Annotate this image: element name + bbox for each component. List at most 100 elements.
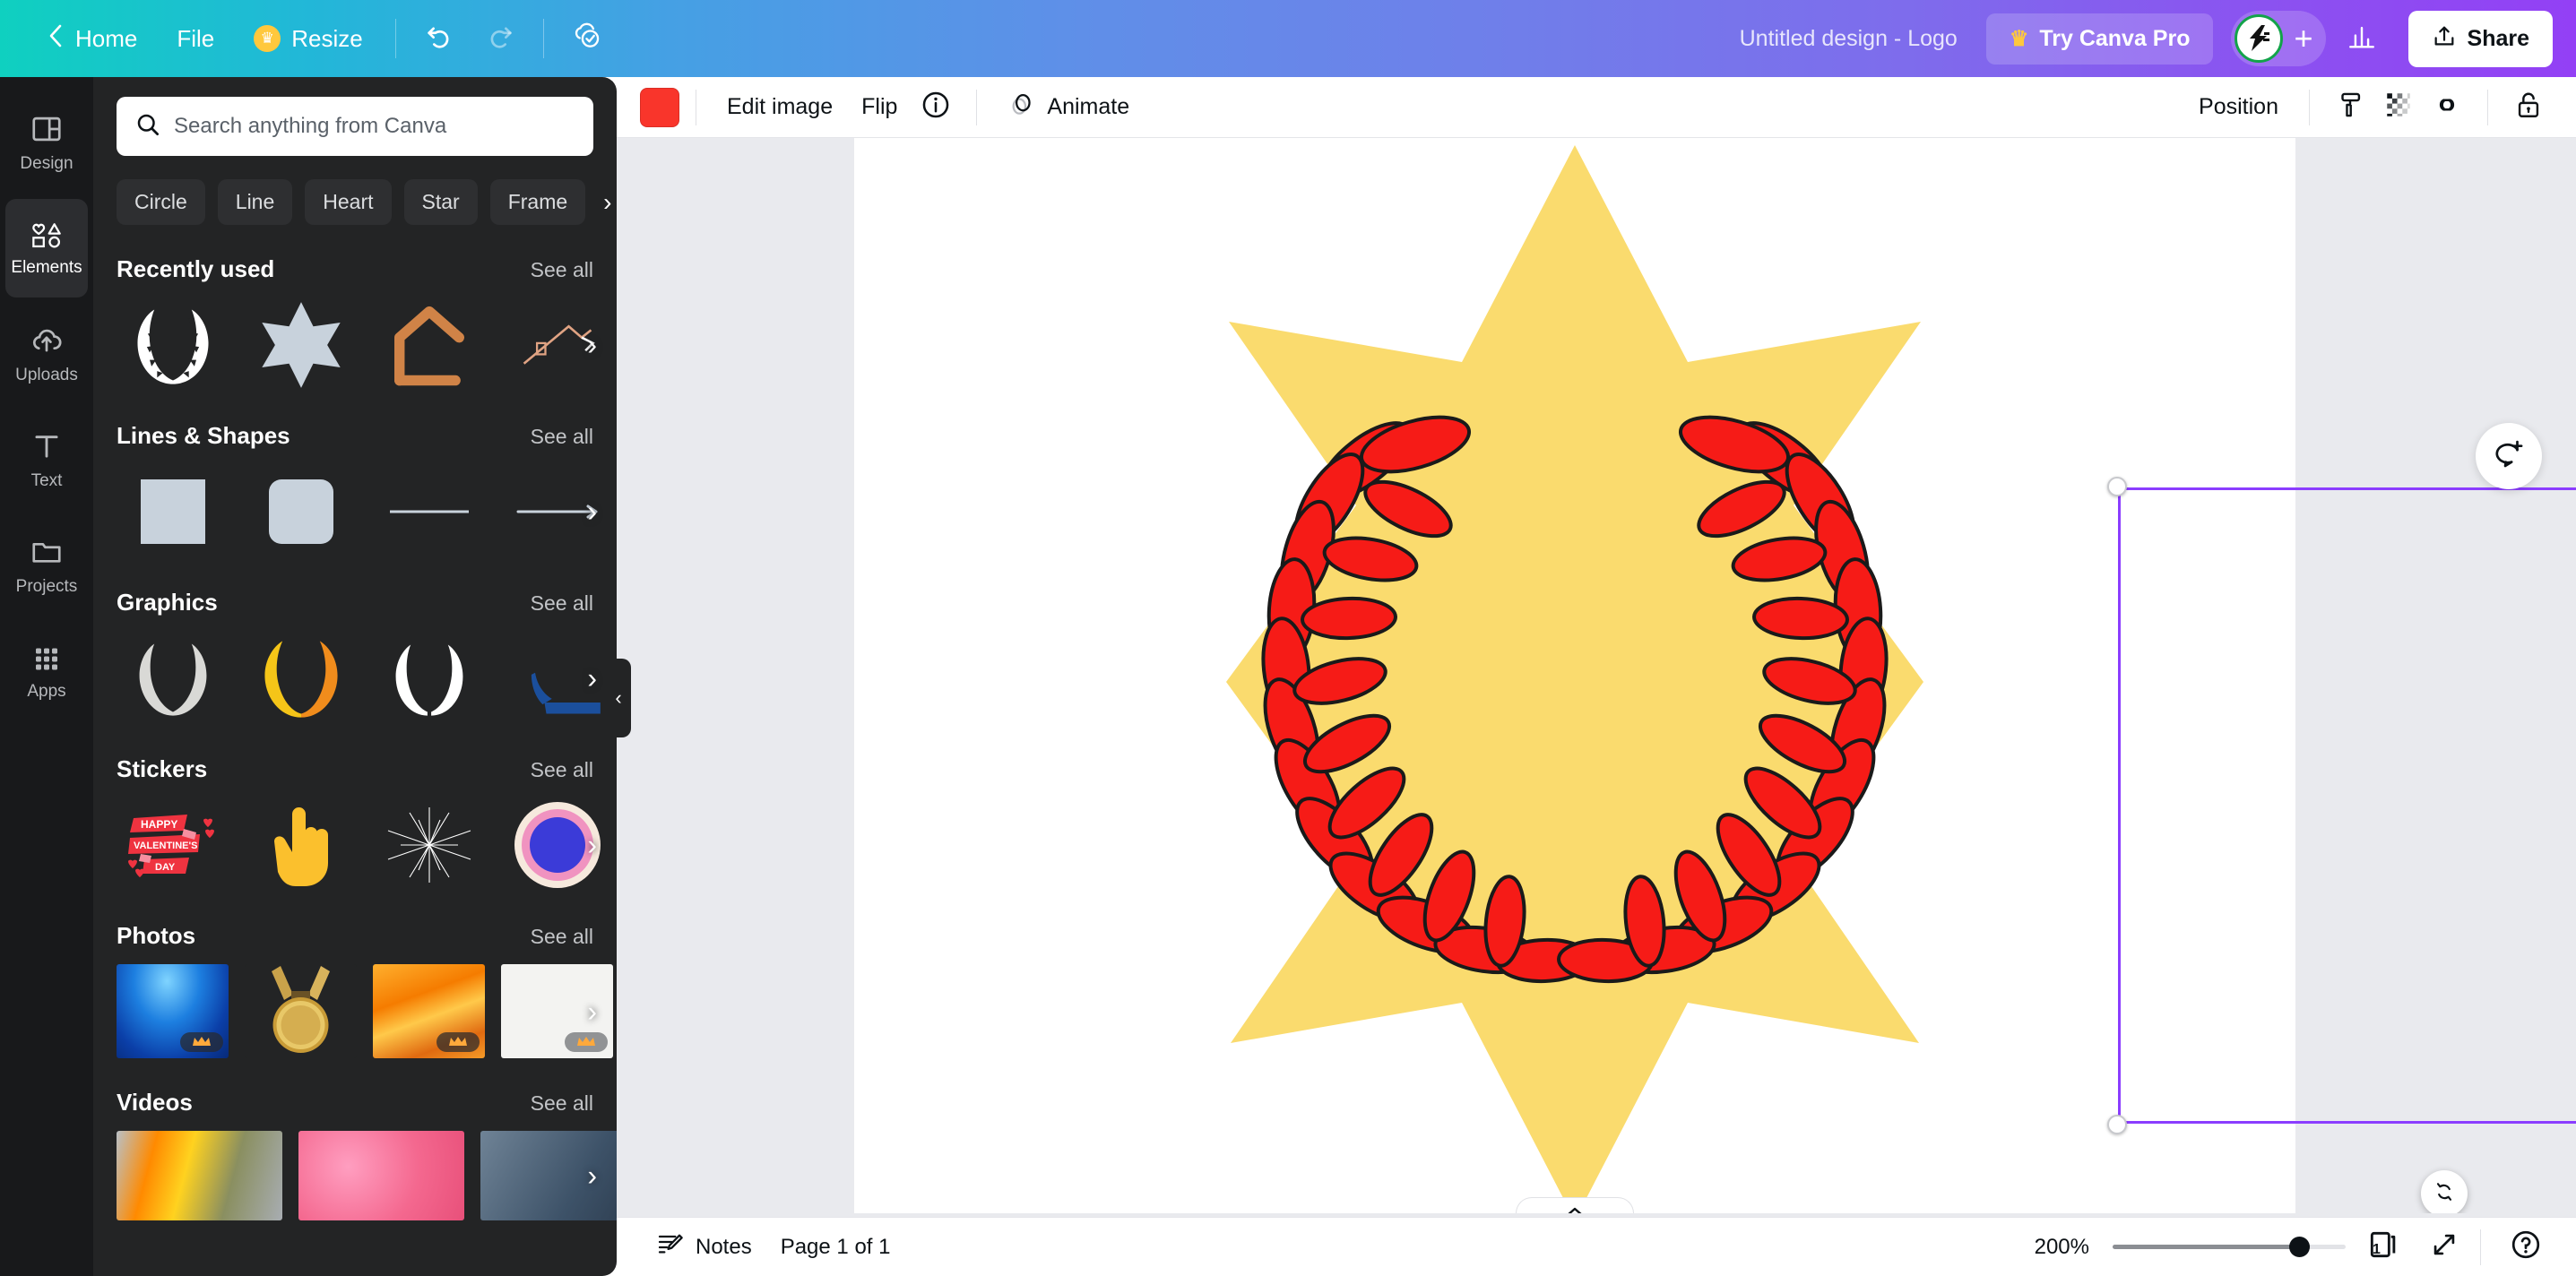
sidebar-item-uploads[interactable]: Uploads [5, 305, 88, 403]
chip-line[interactable]: Line [217, 179, 293, 225]
collapse-panel-button[interactable]: ‹ [606, 659, 631, 737]
edit-image-label: Edit image [727, 94, 834, 119]
chip-star[interactable]: Star [403, 179, 478, 225]
transparency-button[interactable] [2374, 83, 2423, 132]
chevron-right-icon[interactable]: › [587, 828, 597, 861]
see-all-photos[interactable]: See all [531, 925, 593, 949]
zoom-slider[interactable] [2113, 1237, 2346, 1257]
sidebar-item-design[interactable]: Design [5, 93, 88, 192]
share-button[interactable]: Share [2407, 10, 2553, 67]
animate-label: Animate [1047, 94, 1130, 119]
valentines-ribbon-sticker-thumb[interactable]: HAPPY VALENTINE'S DAY [117, 798, 229, 892]
chevron-right-icon[interactable]: › [587, 495, 597, 528]
insights-button[interactable] [2337, 13, 2387, 64]
house-outline-thumb[interactable] [373, 297, 485, 392]
layout-icon [30, 112, 64, 146]
see-all-graphics[interactable]: See all [531, 591, 593, 616]
chevron-up-icon [1563, 1205, 1586, 1213]
blue-light-photo-thumb[interactable] [117, 964, 229, 1058]
sidebar-item-projects[interactable]: Projects [5, 516, 88, 615]
graphics-row: › [117, 631, 601, 725]
chip-frame[interactable]: Frame [489, 179, 586, 225]
home-button[interactable]: Home [27, 13, 157, 65]
help-circle-icon [2510, 1229, 2542, 1265]
orange-silk-photo-thumb[interactable] [373, 964, 485, 1058]
elements-panel-scroll[interactable]: Circle Line Heart Star Frame › Recently … [93, 77, 617, 1276]
lock-button[interactable] [2504, 83, 2553, 132]
design-page[interactable] [854, 138, 2576, 1213]
see-all-stickers[interactable]: See all [531, 758, 593, 782]
try-canva-pro-button[interactable]: ♛ Try Canva Pro [1985, 13, 2214, 65]
flip-button[interactable]: Flip [847, 85, 912, 129]
rotate-handle[interactable] [2421, 1170, 2468, 1213]
link-button[interactable] [2423, 83, 2471, 132]
chevron-right-icon[interactable]: › [587, 661, 597, 694]
search-section [93, 77, 617, 156]
cloud-saved-button[interactable] [562, 13, 612, 64]
see-all-lines-shapes[interactable]: See all [531, 425, 593, 449]
position-button[interactable]: Position [2184, 85, 2293, 129]
laurel-wreath-white-thumb[interactable] [117, 297, 229, 392]
document-title[interactable]: Untitled design - Logo [1740, 26, 1958, 52]
sidebar-label-text: Text [30, 470, 63, 490]
zoom-level-label[interactable]: 200% [2035, 1235, 2089, 1260]
page-count-label: 1 [2373, 1241, 2381, 1257]
svg-text:HAPPY: HAPPY [141, 818, 177, 831]
see-all-recently-used[interactable]: See all [531, 258, 593, 282]
redo-button[interactable] [475, 13, 525, 64]
crown-icon: ♛ [2009, 26, 2029, 51]
avatar[interactable] [2235, 14, 2284, 63]
help-button[interactable] [2503, 1224, 2549, 1271]
pointing-hand-sticker-thumb[interactable] [245, 798, 357, 892]
rotate-icon [2432, 1179, 2457, 1209]
info-circle-icon [921, 90, 951, 125]
expand-icon [2429, 1229, 2459, 1264]
search-box[interactable] [117, 97, 593, 156]
fullscreen-button[interactable] [2421, 1224, 2468, 1271]
info-button[interactable] [912, 83, 960, 132]
square-shape-thumb[interactable] [117, 464, 229, 558]
search-input[interactable] [174, 114, 575, 139]
fire-flowers-video-thumb[interactable] [117, 1131, 282, 1220]
add-comment-icon [2492, 437, 2526, 476]
sidebar-item-elements[interactable]: Elements [5, 199, 88, 297]
animate-button[interactable]: Animate [993, 81, 1144, 134]
laurel-wreath-silver-thumb[interactable] [117, 631, 229, 725]
lines-shapes-row: › [117, 464, 597, 558]
add-collaborator-icon[interactable]: + [2294, 22, 2312, 55]
six-point-star-thumb[interactable] [245, 297, 357, 392]
notes-button[interactable]: Notes [644, 1222, 765, 1272]
see-all-videos[interactable]: See all [531, 1091, 593, 1116]
laurel-wreath-white-thumb[interactable] [373, 631, 485, 725]
sparkle-burst-sticker-thumb[interactable] [373, 798, 485, 892]
zoom-slider-thumb[interactable] [2289, 1237, 2310, 1257]
chevron-right-icon[interactable]: › [598, 188, 611, 217]
collaborators-group[interactable]: + [2231, 11, 2326, 66]
rounded-square-shape-thumb[interactable] [245, 464, 357, 558]
chip-circle[interactable]: Circle [117, 179, 205, 225]
line-shape-thumb[interactable] [373, 464, 485, 558]
crown-icon: ♛ [254, 25, 281, 52]
add-comment-button[interactable] [2476, 423, 2542, 489]
pages-button[interactable]: 1 [2360, 1224, 2407, 1271]
file-menu-button[interactable]: File [157, 14, 234, 64]
chip-heart[interactable]: Heart [305, 179, 392, 225]
canvas-viewport[interactable] [617, 138, 2576, 1213]
sidebar-item-text[interactable]: Text [5, 410, 88, 509]
shapes-icon [29, 220, 65, 250]
edit-image-button[interactable]: Edit image [713, 85, 847, 129]
paint-roller-button[interactable] [2326, 83, 2374, 132]
section-title: Videos [117, 1089, 193, 1116]
chevron-right-icon[interactable]: › [587, 995, 597, 1028]
chevron-right-icon[interactable]: › [587, 328, 597, 361]
chevron-right-icon[interactable]: › [587, 1160, 597, 1193]
resize-label: Resize [291, 24, 363, 52]
color-swatch-button[interactable] [640, 87, 679, 127]
laurel-wreath-gold-thumb[interactable] [245, 631, 357, 725]
gold-medal-photo-thumb[interactable] [245, 964, 357, 1058]
pink-water-drops-video-thumb[interactable] [298, 1131, 464, 1220]
sidebar-item-apps[interactable]: Apps [5, 622, 88, 720]
collapse-canvas-button[interactable] [1516, 1197, 1634, 1213]
resize-button[interactable]: ♛ Resize [234, 14, 382, 64]
undo-button[interactable] [414, 13, 464, 64]
